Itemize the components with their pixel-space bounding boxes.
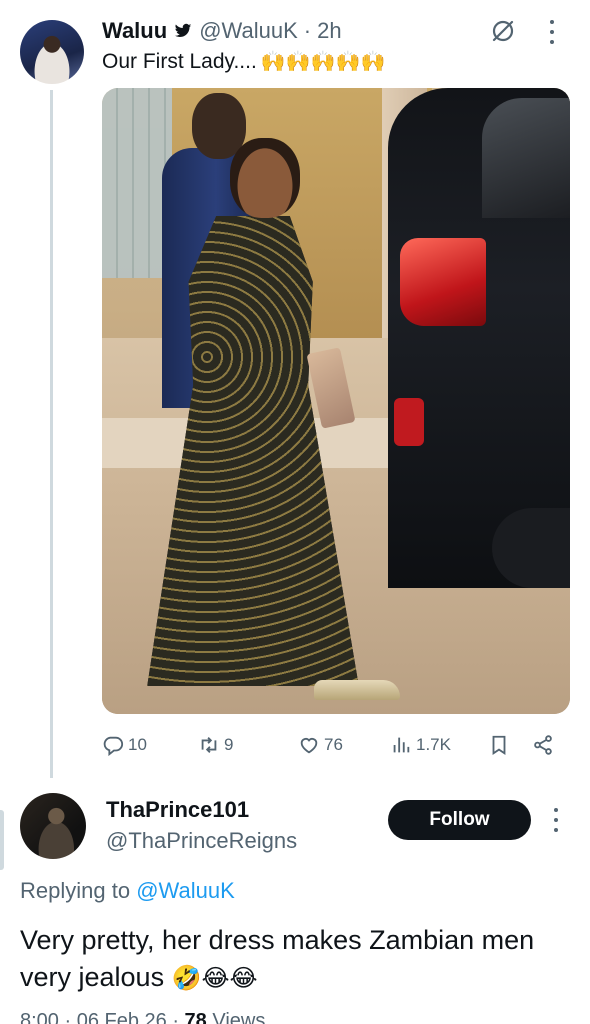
reply-author-avatar[interactable] [20,793,86,859]
like-button[interactable]: 76 [298,730,343,760]
author-display-name[interactable]: Waluu [102,18,167,44]
photo-taillight [400,238,486,326]
retweet-button[interactable]: 9 [198,730,233,760]
retweet-icon [201,737,217,753]
photo-car-window [482,98,570,218]
author-avatar[interactable] [20,20,84,84]
bookmark-button[interactable] [488,730,510,760]
replying-to: Replying to @WaluuK [20,878,235,904]
photo-shoe [314,680,400,700]
raising-hands-emoji: 🙌 [310,51,336,73]
joy-emoji: 😂 [229,965,258,992]
reply-views-count: 78 [184,1010,207,1024]
photo-woman-head [230,138,300,218]
replying-to-mention[interactable]: @WaluuK [136,878,235,903]
reply-text: Very pretty, her dress makes Zambian men… [20,922,570,997]
reply-meta: 8:00 · 06 Feb 26 · 78 Views [20,1010,265,1024]
tweet-actions: 10 9 76 1.7K [102,730,570,760]
share-icon [534,735,552,755]
heart-icon [300,737,318,754]
reply-timestamp[interactable]: 8:00 · 06 Feb 26 · [20,1010,179,1024]
thread-line [50,90,53,778]
photo-lower-light [394,398,424,446]
scroll-edge-indicator [0,810,4,870]
raising-hands-emoji: 🙌 [260,51,286,73]
photo-wheel [492,508,570,588]
tweet-text-content: Our First Lady.... [102,50,257,73]
follow-button[interactable]: Follow [388,800,531,840]
bird-icon [174,23,192,38]
more-icon[interactable] [548,20,556,44]
reply-count: 10 [128,735,147,754]
tweet-emojis: 🙌 🙌 🙌 🙌 🙌 [261,52,386,72]
rofl-emoji: 🤣 [171,965,202,992]
reply-button[interactable]: 10 [102,730,147,760]
tweet-header: Waluu @WaluuK · 2h [102,16,342,46]
retweet-count: 9 [224,735,234,754]
like-count: 76 [324,735,343,754]
reply-author-display-name[interactable]: ThaPrince101 [106,797,249,823]
grok-icon[interactable] [490,18,516,44]
bookmark-icon [492,735,506,755]
reply-author-handle[interactable]: @ThaPrinceReigns [106,828,297,854]
tweet-time[interactable]: 2h [317,18,341,44]
joy-emoji: 😂 [201,965,230,992]
reply-views-label: Views [212,1010,266,1024]
tweet-text: Our First Lady.... 🙌 🙌 🙌 🙌 🙌 [102,50,385,74]
raising-hands-emoji: 🙌 [360,51,386,73]
reply-text-content: Very pretty, her dress makes Zambian men… [20,925,535,992]
views-icon [393,737,410,753]
author-handle[interactable]: @WaluuK [199,18,298,44]
reply-more-icon[interactable] [552,808,560,832]
replying-to-label: Replying to [20,878,131,903]
share-button[interactable] [532,730,554,760]
reply-icon [103,736,124,756]
separator-dot: · [303,18,312,43]
raising-hands-emoji: 🙌 [285,51,311,73]
views-button[interactable]: 1.7K [390,730,451,760]
raising-hands-emoji: 🙌 [335,51,361,73]
tweet-photo[interactable] [102,88,570,714]
views-count: 1.7K [416,735,451,754]
